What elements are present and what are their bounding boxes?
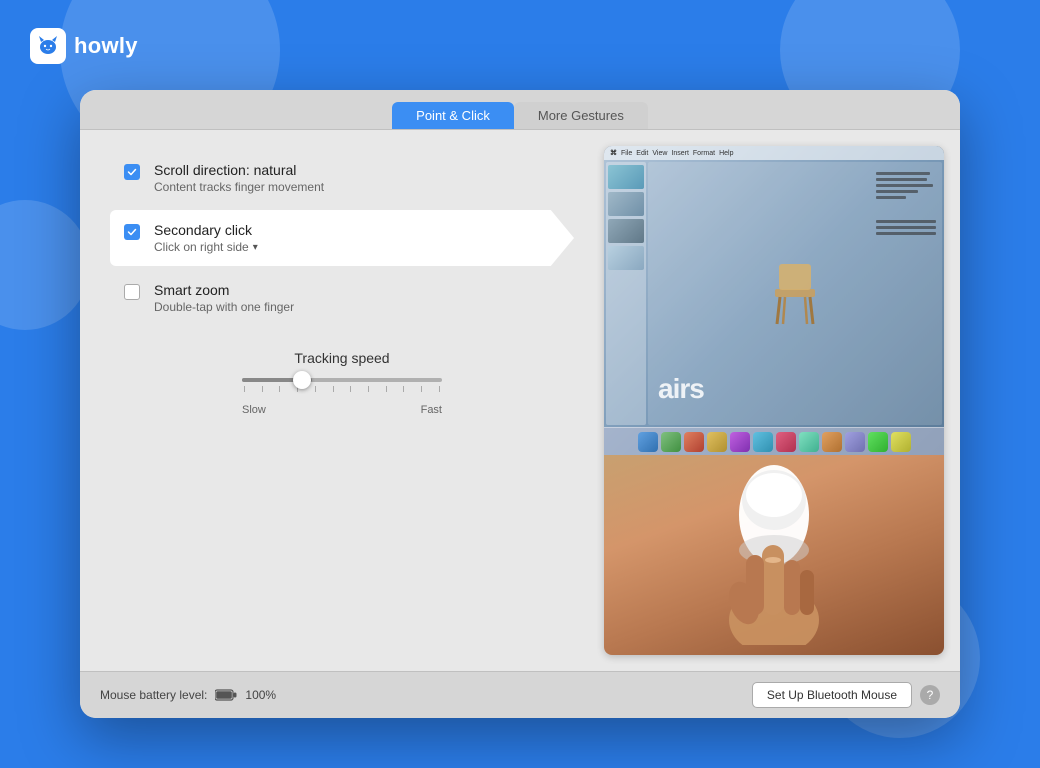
mac-doc-area: airs bbox=[604, 160, 944, 427]
mac-preferences-window: Point & Click More Gestures Scroll direc… bbox=[80, 90, 960, 718]
preview-mac-screen: ⌘ File Edit View Insert Format Help bbox=[604, 146, 944, 455]
battery-label: Mouse battery level: bbox=[100, 688, 207, 702]
dock-icon-7 bbox=[776, 432, 796, 452]
doc-thumb-4 bbox=[608, 246, 644, 270]
smart-zoom-row: Smart zoom Double-tap with one finger bbox=[110, 270, 574, 326]
dock-icon-10 bbox=[845, 432, 865, 452]
scroll-direction-row: Scroll direction: natural Content tracks… bbox=[110, 150, 574, 206]
dock-icon-4 bbox=[707, 432, 727, 452]
slider-slow-label: Slow bbox=[242, 404, 266, 416]
doc-thumb-3 bbox=[608, 219, 644, 243]
doc-sidebar-mini bbox=[606, 162, 646, 425]
tab-more-gestures[interactable]: More Gestures bbox=[514, 102, 648, 129]
bottom-bar: Mouse battery level: 100% Set Up Bluetoo… bbox=[80, 671, 960, 718]
doc-main-area: airs bbox=[648, 162, 942, 425]
preview-hand-mouse bbox=[604, 455, 944, 655]
tab-point-click[interactable]: Point & Click bbox=[392, 102, 514, 129]
secondary-click-checkbox[interactable] bbox=[124, 224, 140, 240]
howly-brand-name: howly bbox=[74, 33, 138, 59]
scroll-direction-title: Scroll direction: natural bbox=[154, 162, 324, 178]
mac-menubar: ⌘ File Edit View Insert Format Help bbox=[604, 146, 944, 160]
secondary-click-title: Secondary click bbox=[154, 222, 258, 238]
secondary-click-dropdown-arrow[interactable]: ▾ bbox=[253, 242, 258, 253]
tracking-speed-slider[interactable] bbox=[242, 378, 442, 392]
background-blob-5 bbox=[0, 200, 90, 330]
hand-mouse-svg-area bbox=[604, 455, 944, 655]
dock-icon-1 bbox=[638, 432, 658, 452]
secondary-click-text: Secondary click Click on right side ▾ bbox=[154, 222, 258, 254]
dock-icon-8 bbox=[799, 432, 819, 452]
help-button[interactable]: ? bbox=[920, 685, 940, 705]
doc-text-block bbox=[876, 172, 936, 238]
battery-info: Mouse battery level: 100% bbox=[100, 688, 276, 702]
setup-bluetooth-button[interactable]: Set Up Bluetooth Mouse bbox=[752, 682, 912, 708]
battery-percent: 100% bbox=[245, 688, 276, 702]
smart-zoom-checkbox[interactable] bbox=[124, 284, 140, 300]
smart-zoom-subtitle: Double-tap with one finger bbox=[154, 300, 294, 314]
slider-fast-label: Fast bbox=[421, 404, 442, 416]
right-preview-panel: ⌘ File Edit View Insert Format Help bbox=[604, 146, 944, 655]
slider-ticks bbox=[242, 386, 442, 392]
mac-dock bbox=[604, 427, 944, 455]
doc-thumb-1 bbox=[608, 165, 644, 189]
dock-icon-5 bbox=[730, 432, 750, 452]
scroll-direction-subtitle: Content tracks finger movement bbox=[154, 180, 324, 194]
smart-zoom-text: Smart zoom Double-tap with one finger bbox=[154, 282, 294, 314]
doc-thumb-2 bbox=[608, 192, 644, 216]
slider-track bbox=[242, 378, 442, 382]
dock-icon-2 bbox=[661, 432, 681, 452]
slider-thumb[interactable] bbox=[293, 371, 311, 389]
battery-icon bbox=[215, 689, 237, 701]
preview-airs-text: airs bbox=[658, 373, 704, 405]
bottom-right-controls: Set Up Bluetooth Mouse ? bbox=[752, 682, 940, 708]
dock-icon-9 bbox=[822, 432, 842, 452]
scroll-direction-checkbox[interactable] bbox=[124, 164, 140, 180]
tab-bar: Point & Click More Gestures bbox=[80, 90, 960, 130]
hand-mouse-illustration bbox=[674, 455, 874, 645]
smart-zoom-title: Smart zoom bbox=[154, 282, 294, 298]
chair-illustration bbox=[765, 254, 825, 334]
scroll-direction-text: Scroll direction: natural Content tracks… bbox=[154, 162, 324, 194]
dock-icon-3 bbox=[684, 432, 704, 452]
tracking-speed-label: Tracking speed bbox=[294, 350, 389, 366]
left-panel: Scroll direction: natural Content tracks… bbox=[80, 130, 604, 671]
secondary-click-row: Secondary click Click on right side ▾ bbox=[110, 210, 574, 266]
secondary-click-subtitle: Click on right side ▾ bbox=[154, 240, 258, 254]
window-content: Scroll direction: natural Content tracks… bbox=[80, 130, 960, 671]
dock-icon-6 bbox=[753, 432, 773, 452]
dock-icon-11 bbox=[868, 432, 888, 452]
slider-labels: Slow Fast bbox=[242, 404, 442, 416]
dock-icon-12 bbox=[891, 432, 911, 452]
howly-cat-icon bbox=[36, 34, 60, 58]
howly-header: howly bbox=[30, 28, 138, 64]
mac-screen-mockup: ⌘ File Edit View Insert Format Help bbox=[604, 146, 944, 455]
tracking-speed-section: Tracking speed bbox=[110, 350, 574, 416]
howly-logo-icon bbox=[30, 28, 66, 64]
